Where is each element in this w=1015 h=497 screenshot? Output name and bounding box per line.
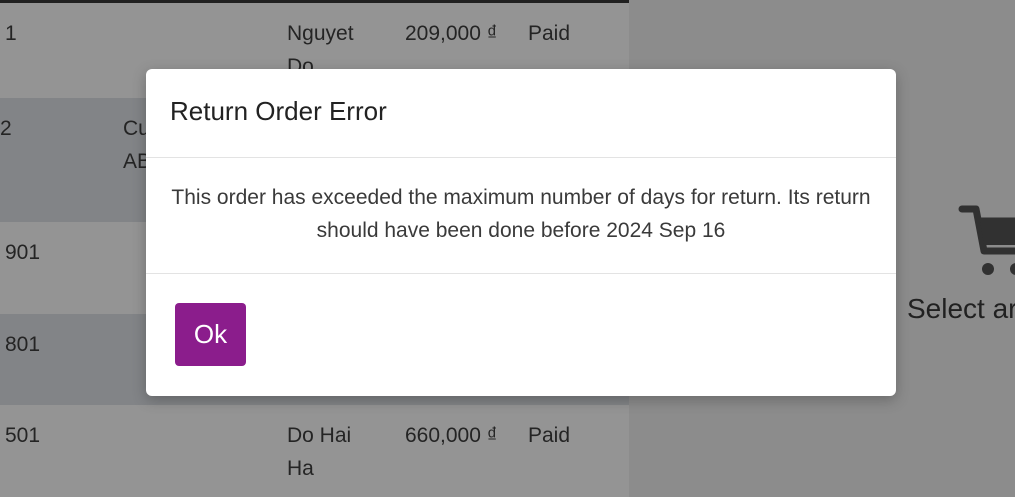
ok-button[interactable]: Ok — [175, 303, 246, 366]
dialog-message: This order has exceeded the maximum numb… — [171, 186, 871, 242]
return-order-error-dialog: Return Order Error This order has exceed… — [146, 69, 896, 396]
dialog-header: Return Order Error — [146, 69, 896, 158]
dialog-footer: Ok — [146, 274, 896, 366]
dialog-title: Return Order Error — [170, 96, 387, 126]
dialog-body: This order has exceeded the maximum numb… — [146, 158, 896, 274]
